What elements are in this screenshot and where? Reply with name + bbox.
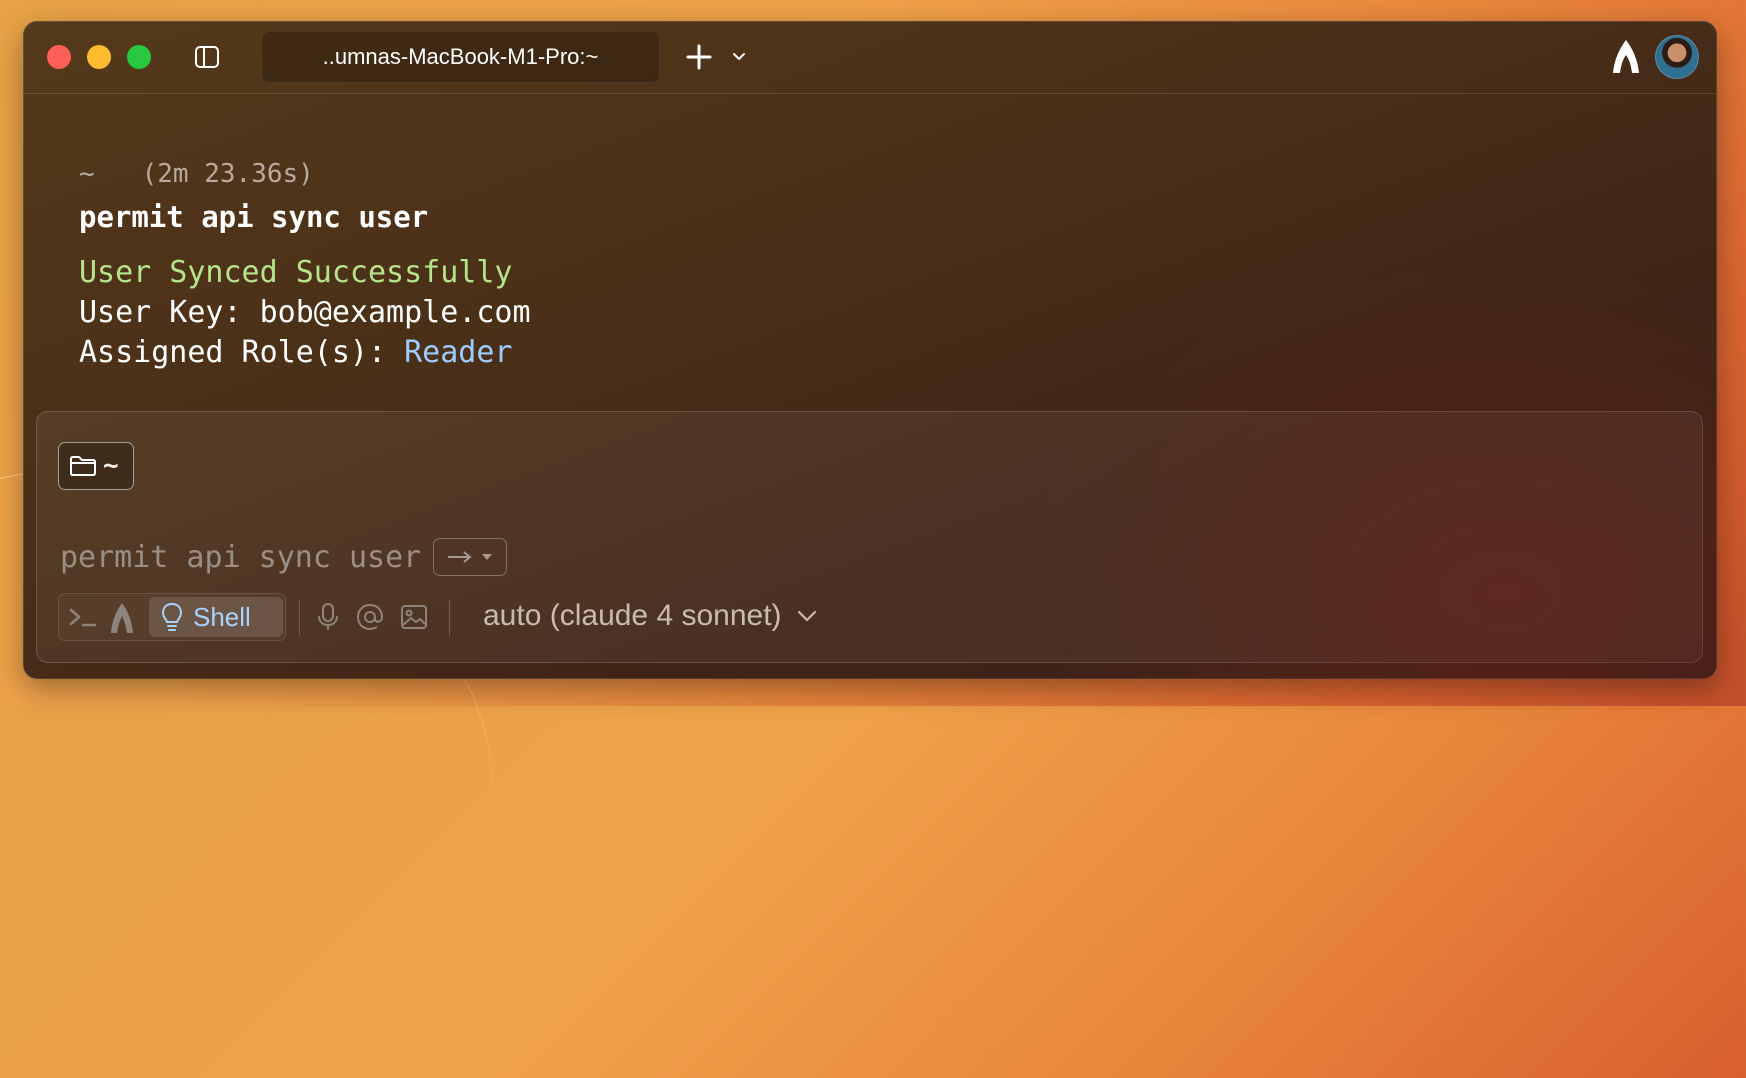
input-mode-switcher: Shell [58,593,286,641]
toolbar-divider [299,600,300,636]
accept-suggestion-button[interactable] [433,538,508,576]
maximize-window-button[interactable] [127,45,151,69]
plus-icon[interactable] [683,41,715,73]
title-bar: ..umnas-MacBook-M1-Pro:~ [23,21,1717,94]
sidebar-toggle-icon[interactable] [193,43,221,71]
chevron-down-icon [797,610,816,622]
agent-icon[interactable] [109,602,135,634]
prompt-line: ~ (2m 23.36s) [79,153,531,195]
image-icon[interactable] [399,602,429,632]
minimize-window-button[interactable] [87,45,111,69]
terminal-prompt-icon[interactable] [67,602,99,632]
executed-command: permit api sync user [79,200,429,234]
command-result: User Synced Successfully User Key: bob@e… [79,253,531,373]
terminal-window: ..umnas-MacBook-M1-Pro:~ ~ (2m 23.36s) p… [23,21,1717,679]
command-duration: (2m 23.36s) [141,159,314,189]
success-message: User Synced Successfully [79,255,513,290]
tab-title: ..umnas-MacBook-M1-Pro:~ [322,44,599,69]
mode-shell-label: Shell [193,601,251,632]
microphone-icon[interactable] [313,602,343,632]
toolbar-divider [449,600,450,636]
model-selector[interactable]: auto (claude 4 sonnet) [483,596,818,636]
command-input[interactable]: permit api sync user [60,538,508,576]
chevron-down-icon[interactable] [729,47,749,67]
command-input-placeholder: permit api sync user [60,539,422,575]
user-key-value: bob@example.com [259,295,531,330]
assigned-roles-line: Assigned Role(s): Reader [79,333,531,373]
avatar[interactable] [1655,35,1699,79]
command-input-panel: ~ permit api sync user Shell auto (claud… [36,411,1703,663]
lightbulb-icon [161,602,183,631]
at-sign-icon[interactable] [355,602,385,632]
folder-icon [70,456,96,476]
command-output-block: ~ (2m 23.36s) permit api sync user User … [79,153,531,373]
arrow-right-icon [448,551,472,563]
close-window-button[interactable] [47,45,71,69]
directory-chip[interactable]: ~ [58,442,134,490]
mode-shell-button[interactable]: Shell [149,597,283,637]
directory-label: ~ [103,451,119,481]
assigned-roles-value: Reader [404,335,513,370]
caret-down-icon [482,554,493,560]
model-selector-label: auto (claude 4 sonnet) [483,599,782,632]
tab-terminal-session[interactable]: ..umnas-MacBook-M1-Pro:~ [261,31,660,83]
user-key-label: User Key: [79,295,260,330]
prompt-directory: ~ [79,159,95,189]
assigned-roles-label: Assigned Role(s): [79,335,405,370]
warp-logo-icon[interactable] [1611,39,1641,75]
user-key-line: User Key: bob@example.com [79,293,531,333]
